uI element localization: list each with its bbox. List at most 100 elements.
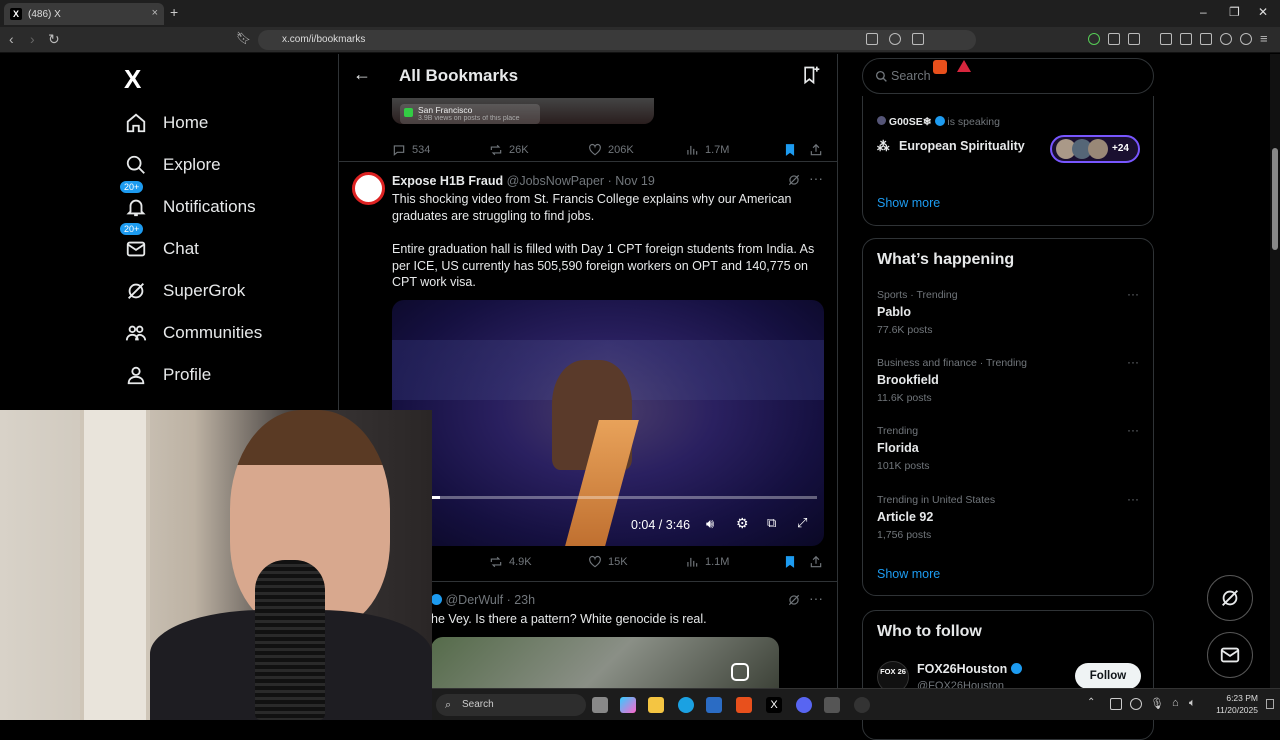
share-icon[interactable] [912, 33, 924, 45]
views-button[interactable]: 1.1M [685, 555, 729, 569]
file-explorer-icon[interactable] [648, 697, 664, 713]
messages-float-button[interactable] [1207, 632, 1253, 678]
nav-item-communities[interactable]: Communities [125, 322, 262, 344]
author-handle[interactable]: @DerWulf [445, 593, 503, 607]
back-arrow-icon[interactable]: ← [353, 64, 371, 85]
volume-icon[interactable]: 🔊︎ [706, 516, 714, 532]
bookmarked-icon[interactable] [783, 143, 797, 157]
show-more-link[interactable]: Show more [877, 567, 940, 581]
brave-icon[interactable] [736, 697, 752, 713]
copilot-icon[interactable] [620, 697, 636, 713]
media-icon[interactable] [1160, 33, 1172, 45]
forward-icon[interactable]: › [30, 31, 35, 47]
browser-tab[interactable]: X (486) X × [4, 3, 164, 25]
more-options-icon[interactable]: ··· [809, 170, 823, 186]
vpn-icon[interactable] [1240, 33, 1252, 45]
task-view-icon[interactable] [592, 697, 608, 713]
settings-gear-icon[interactable]: ⚙ [736, 515, 749, 532]
repost-button[interactable]: 4.9K [489, 555, 532, 569]
edge-icon[interactable] [678, 697, 694, 713]
snipping-tool-icon[interactable] [824, 697, 840, 713]
maximize-icon[interactable]: ❐ [1229, 5, 1240, 19]
window-close-icon[interactable]: ✕ [1258, 5, 1268, 19]
trend-more-icon[interactable]: ··· [1127, 423, 1139, 437]
x-logo-icon[interactable]: X [124, 64, 141, 95]
show-desktop-icon[interactable] [1266, 699, 1274, 709]
video-progress-track[interactable] [432, 496, 817, 499]
trend-more-icon[interactable]: ··· [1127, 355, 1139, 369]
grok-icon[interactable] [787, 593, 801, 607]
tweet-date[interactable]: · Nov 19 [608, 174, 655, 188]
avatar[interactable] [352, 172, 385, 205]
leo-icon[interactable] [1220, 33, 1232, 45]
share-icon[interactable] [809, 555, 823, 569]
follow-button[interactable]: Follow [1075, 663, 1141, 689]
open-external-icon[interactable] [866, 33, 878, 45]
zoom-icon[interactable] [889, 33, 901, 45]
show-more-link[interactable]: Show more [877, 196, 940, 210]
new-tab-button[interactable]: + [170, 4, 178, 20]
tray-chevron-icon[interactable]: ⌃ [1087, 697, 1095, 708]
trend-name[interactable]: Brookfield [877, 373, 939, 387]
trend-name[interactable]: Article 92 [877, 510, 933, 524]
grok-float-button[interactable] [1207, 575, 1253, 621]
fullscreen-icon[interactable]: ⤢ [797, 515, 807, 531]
location-chip[interactable]: San Francisco 3.9B views on posts of thi… [400, 104, 540, 124]
search-input[interactable]: Search [862, 58, 1154, 94]
previous-tweet-media[interactable]: San Francisco 3.9B views on posts of thi… [392, 98, 654, 124]
trend-name[interactable]: Pablo [877, 305, 911, 319]
reply-button[interactable]: 534 [392, 143, 430, 157]
bookmark-page-icon[interactable]: 🔖︎ [236, 31, 251, 45]
bookmark-folder-icon[interactable] [801, 65, 821, 85]
share-icon[interactable] [809, 143, 823, 157]
store-icon[interactable] [706, 697, 722, 713]
extensions-icon[interactable] [1108, 33, 1120, 45]
reload-icon[interactable]: ↻ [48, 31, 60, 48]
like-button[interactable]: 206K [588, 143, 634, 157]
tweet-video[interactable]: 0:04 / 3:46 🔊︎ ⚙ ⧉ ⤢ [392, 300, 824, 546]
discord-icon[interactable] [796, 697, 812, 713]
nav-item-home[interactable]: Home [125, 112, 208, 134]
network-icon[interactable]: ⌂ [1172, 697, 1179, 709]
speaker-icon[interactable]: 🔈︎ [1189, 697, 1196, 710]
extension-icon[interactable] [1088, 33, 1100, 45]
space-host[interactable]: G00SE❄ [889, 116, 932, 128]
nav-item-chat[interactable]: 20+ Chat [119, 222, 199, 260]
scrollbar-thumb[interactable] [1272, 148, 1278, 250]
nav-item-explore[interactable]: Explore [125, 154, 221, 176]
bookmarked-icon[interactable] [783, 555, 797, 569]
wallet-icon[interactable] [1200, 33, 1212, 45]
microphone-icon[interactable]: 🎙︎ [1150, 697, 1164, 710]
nav-item-notifications[interactable]: 20+ Notifications [119, 180, 256, 218]
like-button[interactable]: 15K [588, 555, 628, 569]
space-listeners[interactable]: +24 [1050, 135, 1140, 163]
more-options-icon[interactable]: ··· [809, 590, 823, 606]
tweet-date[interactable]: · 23h [507, 593, 536, 607]
nav-item-profile[interactable]: Profile [125, 364, 211, 386]
tab-close-button[interactable]: × [152, 7, 158, 19]
page-scrollbar[interactable] [1270, 54, 1280, 720]
follow-name-row[interactable]: FOX26Houston [917, 662, 1022, 676]
nav-item-supergrok[interactable]: SuperGrok [125, 280, 245, 302]
repost-button[interactable]: 26K [489, 143, 529, 157]
tray-app-icon[interactable] [1110, 698, 1122, 710]
author-handle[interactable]: @JobsNowPaper [507, 174, 604, 188]
sidebar-icon[interactable] [1180, 33, 1192, 45]
taskbar-clock[interactable]: 6:23 PM 11/20/2025 [1208, 692, 1258, 716]
back-icon[interactable]: ‹ [9, 31, 14, 47]
x-app-icon[interactable]: X [766, 697, 782, 713]
minimize-icon[interactable]: – [1200, 5, 1207, 19]
obs-icon[interactable] [854, 697, 870, 713]
tray-app-icon[interactable] [1130, 698, 1142, 710]
menu-icon[interactable]: ≡ [1260, 31, 1268, 46]
grok-icon[interactable] [787, 173, 801, 187]
space-title-row[interactable]: ⁂ European Spirituality [877, 138, 1025, 153]
trend-more-icon[interactable]: ··· [1127, 287, 1139, 301]
taskbar-search[interactable]: ⌕ Search [436, 694, 586, 716]
views-button[interactable]: 1.7M [685, 143, 729, 157]
screenshot-icon[interactable] [1128, 33, 1140, 45]
picture-in-picture-icon[interactable]: ⧉ [767, 515, 776, 531]
trend-more-icon[interactable]: ··· [1127, 492, 1139, 506]
author-name[interactable]: Expose H1B Fraud [392, 174, 503, 188]
trend-name[interactable]: Florida [877, 441, 919, 455]
